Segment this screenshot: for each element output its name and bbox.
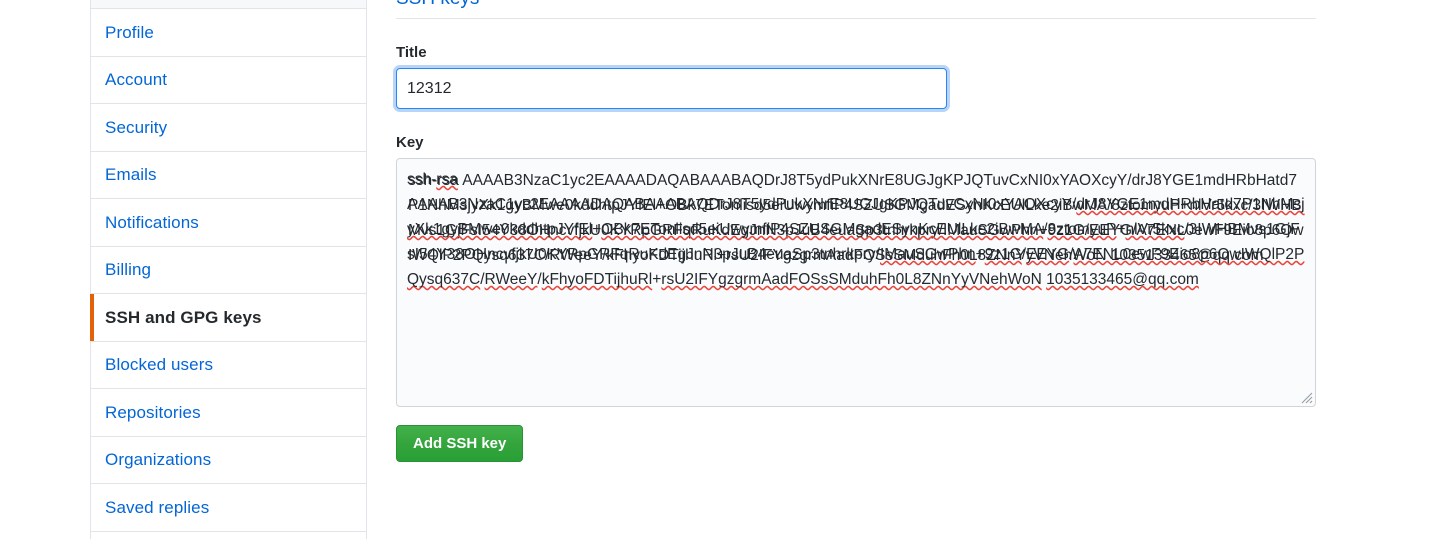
settings-ssh-keys-page: Profile Account Security Emails Notification… [0,0,1431,539]
sidebar-item-label: SSH and GPG keys [105,307,262,327]
header-divider [396,18,1316,19]
sidebar-item-ssh-and-gpg-keys[interactable]: SSH and GPG keys [90,294,366,342]
sidebar-item-label: Security [105,117,168,137]
add-ssh-key-button[interactable]: Add SSH key [396,425,524,462]
sidebar-top-divider [91,0,366,9]
sidebar-item-profile[interactable]: Profile [91,9,366,57]
sidebar-item-emails[interactable]: Emails [91,151,366,199]
form-actions: Add SSH key [396,425,1316,462]
settings-sidebar: Profile Account Security Emails Notification… [90,0,367,539]
sidebar-item-billing[interactable]: Billing [91,246,366,294]
sidebar-item-organizations[interactable]: Organizations [91,436,366,484]
key-field-label: Key [396,134,424,151]
ssh-key-title-input[interactable] [396,68,947,109]
sidebar-item-label: Profile [105,22,154,42]
sidebar-item-label: Organizations [105,450,212,470]
sidebar-item-label: Billing [105,260,152,280]
title-field-label: Title [396,44,427,61]
sidebar-item-label: Repositories [105,402,201,422]
sidebar-item-blocked-users[interactable]: Blocked users [91,341,366,389]
main-content: SSH keys Title Key ssh-rsa AAAAB3NzaC1yc… [396,0,1316,462]
sidebar-item-saved-replies[interactable]: Saved replies [91,484,366,532]
sidebar-nav-list: Profile Account Security Emails Notification… [90,9,366,532]
ssh-key-textarea[interactable] [396,158,1316,407]
sidebar-item-label: Account [105,70,168,90]
sidebar-item-label: Emails [105,165,157,185]
sidebar-item-notifications[interactable]: Notifications [91,199,366,247]
sidebar-item-account[interactable]: Account [91,56,366,104]
sidebar-item-label: Saved replies [105,497,210,517]
page-title: SSH keys [396,0,479,10]
sidebar-item-label: Notifications [105,212,199,232]
sidebar-item-security[interactable]: Security [91,104,366,152]
page-title-clip: SSH keys [396,0,1316,13]
sidebar-item-repositories[interactable]: Repositories [91,389,366,437]
ssh-key-textarea-wrapper: ssh-rsa AAAAB3NzaC1yc2EAAAADAQABAAABAQDr… [396,158,1316,407]
sidebar-item-label: Blocked users [105,355,214,375]
